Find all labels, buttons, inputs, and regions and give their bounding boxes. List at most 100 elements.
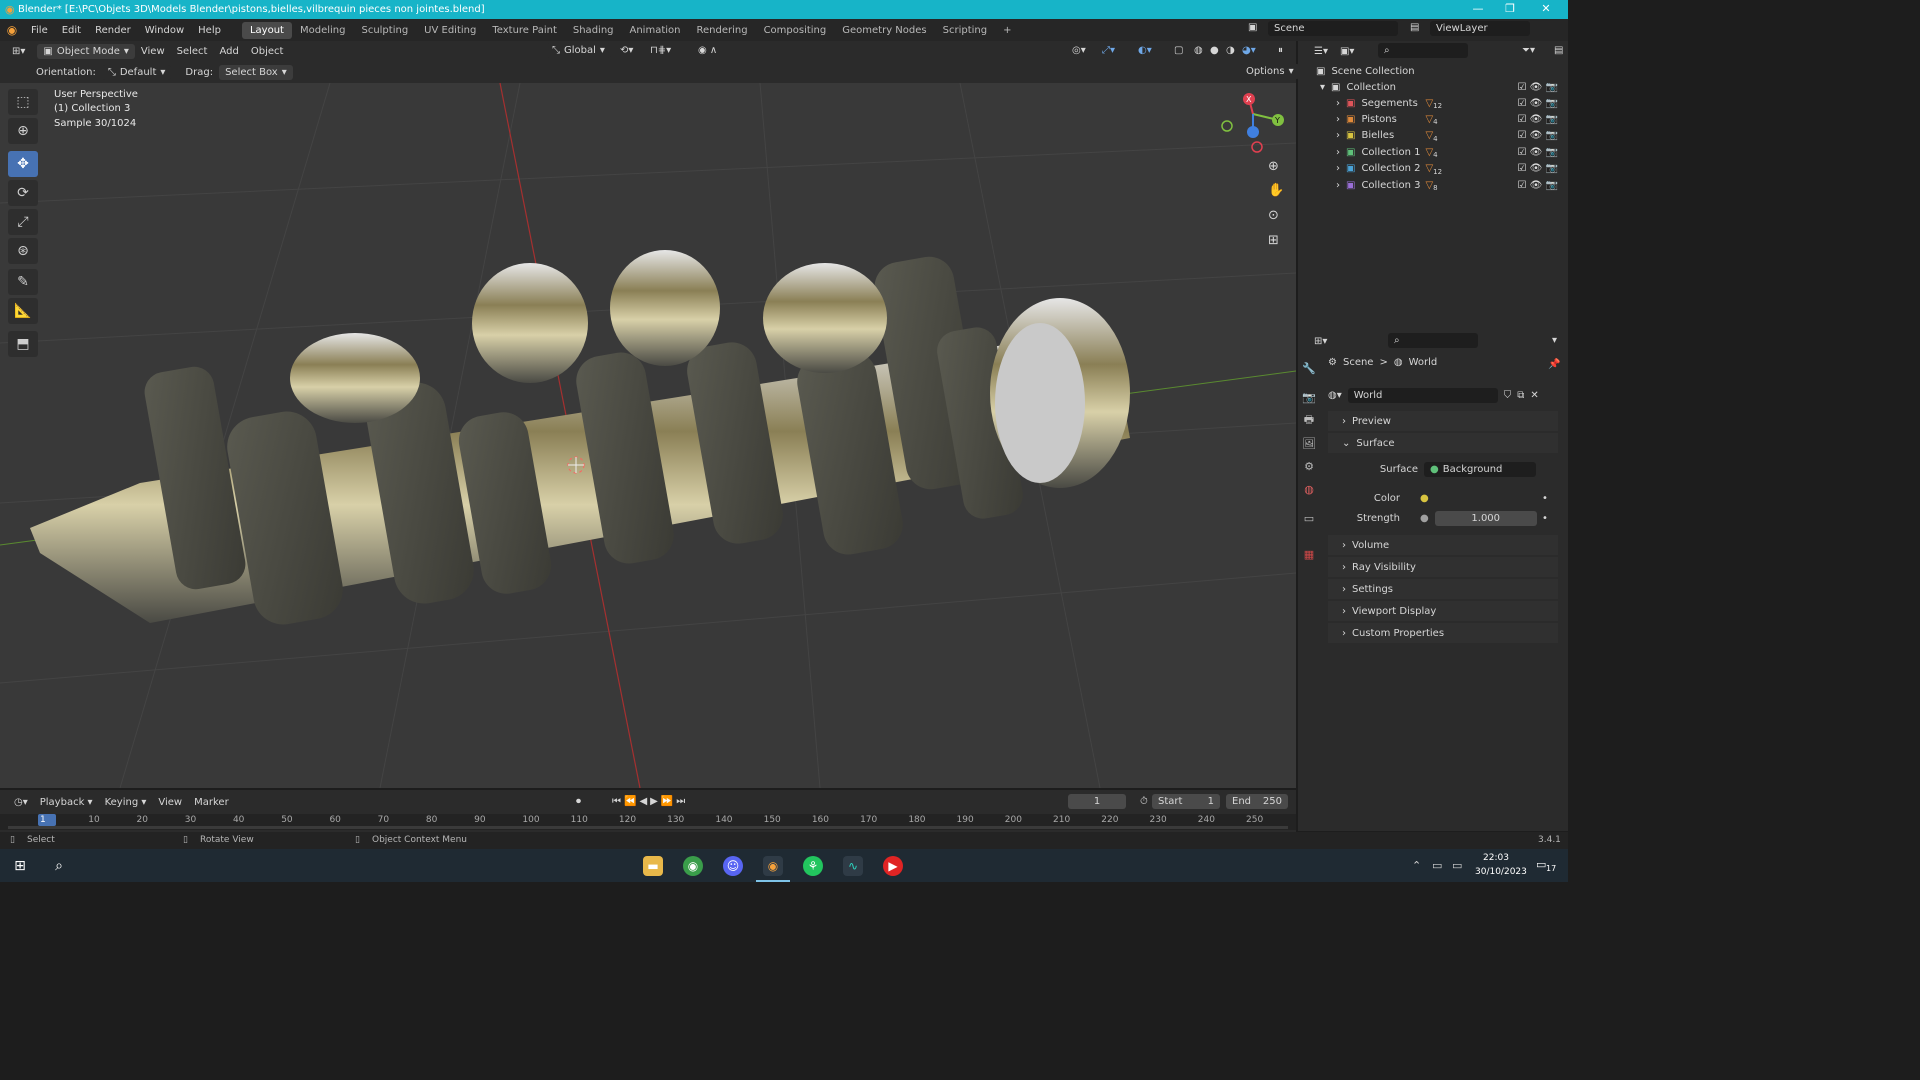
file-explorer-icon[interactable]: ▬ <box>643 856 663 876</box>
row-toggles[interactable]: ☑ 👁 📷 <box>1518 114 1558 125</box>
tab-sculpting[interactable]: Sculpting <box>353 22 416 39</box>
fake-user-icon[interactable]: ⛉ <box>1504 390 1512 401</box>
measure-tool-icon[interactable]: 📐 <box>8 298 38 324</box>
timeline-ruler[interactable]: 1 10 20 30 40 50 60 70 80 90 100 110 120 130 140 150 160… <box>0 814 1296 830</box>
scene-tab-icon[interactable]: ⚙ <box>1302 459 1316 473</box>
expand-arrow-icon[interactable]: › <box>1336 163 1340 174</box>
tab-layout[interactable]: Layout <box>241 21 292 39</box>
tab-uv-editing[interactable]: UV Editing <box>416 22 484 39</box>
expand-arrow-icon[interactable]: › <box>1336 180 1340 191</box>
scene-selector-icon[interactable]: ▣ <box>1248 22 1257 33</box>
properties-search-input[interactable]: ⌕ <box>1388 333 1478 348</box>
outliner-item[interactable]: › ▣ Segements ▽ 12 ☑ 👁 📷 <box>1298 95 1568 111</box>
tab-modeling[interactable]: Modeling <box>292 22 354 39</box>
menu-window[interactable]: Window <box>138 25 191 36</box>
blender-taskbar-icon[interactable]: ◉ <box>763 856 783 876</box>
preview-range-icon[interactable]: ⏱ <box>1134 794 1154 809</box>
panel-ray-visibility[interactable]: › Ray Visibility <box>1328 557 1558 577</box>
timeline-scrollbar[interactable] <box>8 826 1288 829</box>
menu-object[interactable]: Object <box>245 44 290 59</box>
snap-icon[interactable]: ⊓⋕▾ <box>644 43 677 58</box>
panel-surface[interactable]: ⌄ Surface <box>1328 433 1558 453</box>
notifications-icon[interactable]: ▭ <box>1536 858 1546 871</box>
overlays-icon[interactable]: ◐▾ <box>1132 43 1158 58</box>
tab-geometry-nodes[interactable]: Geometry Nodes <box>834 22 934 39</box>
rotate-tool-icon[interactable]: ⟳ <box>8 180 38 206</box>
proportional-edit-icon[interactable]: ◉ ∧ <box>692 43 723 58</box>
add-workspace-button[interactable]: + <box>995 22 1019 39</box>
search-icon[interactable]: ⌕ <box>49 856 69 876</box>
tab-texture-paint[interactable]: Texture Paint <box>484 22 565 39</box>
camera-view-icon[interactable]: ⊙ <box>1268 208 1279 223</box>
editor-type-icon[interactable]: ⊞▾ <box>6 44 31 59</box>
marker-menu[interactable]: Marker <box>188 795 235 810</box>
options-dropdown[interactable]: Options ▾ <box>1240 64 1300 79</box>
expand-arrow-icon[interactable]: › <box>1336 114 1340 125</box>
current-frame-field[interactable]: 1 <box>1068 794 1126 809</box>
output-tab-icon[interactable]: 🖶 <box>1302 413 1316 427</box>
perspective-toggle-icon[interactable]: ⊞ <box>1268 233 1279 248</box>
playback-controls-icon[interactable]: ⏮⏪◀▶⏩⏭ <box>606 794 694 809</box>
properties-dropdown-icon[interactable]: ▾ <box>1546 333 1563 348</box>
menu-view[interactable]: View <box>135 44 171 59</box>
duplicate-icon[interactable]: ⧉ <box>1517 390 1524 401</box>
transform-orientation-dropdown[interactable]: ⤡ Global ▾ <box>546 43 611 58</box>
gizmo-icon[interactable]: ⤢▾ <box>1096 43 1121 58</box>
outliner-search-input[interactable]: ⌕ <box>1378 43 1468 58</box>
panel-volume[interactable]: › Volume <box>1328 535 1558 555</box>
tab-rendering[interactable]: Rendering <box>688 22 755 39</box>
move-tool-icon[interactable]: ✥ <box>8 151 38 177</box>
world-selector[interactable]: ◍▾ World ⛉ ⧉ ✕ <box>1328 386 1556 404</box>
expand-arrow-icon[interactable]: › <box>1336 98 1340 109</box>
shading-rendered-icon[interactable]: ◕▾ <box>1236 43 1262 58</box>
panel-settings[interactable]: › Settings <box>1328 579 1558 599</box>
zoom-icon[interactable]: ⊕ <box>1268 159 1279 174</box>
orientation-dropdown[interactable]: ⤡ Default ▾ <box>101 64 172 80</box>
cursor-tool-icon[interactable]: ⊕ <box>8 118 38 144</box>
select-box-tool-icon[interactable]: ⬚ <box>8 89 38 115</box>
xray-icon[interactable]: ▢ <box>1168 43 1189 58</box>
pivot-icon[interactable]: ⟲▾ <box>614 43 639 58</box>
tray-chevron-icon[interactable]: ⌃ <box>1412 859 1421 872</box>
discord-icon[interactable]: ☺ <box>723 856 743 876</box>
expand-arrow-icon[interactable]: › <box>1336 147 1340 158</box>
panel-custom-properties[interactable]: › Custom Properties <box>1328 623 1558 643</box>
color-socket-icon[interactable]: ● <box>1420 493 1429 504</box>
expand-arrow-icon[interactable]: ▾ <box>1320 82 1325 93</box>
app-green-icon[interactable]: ⚘ <box>803 856 823 876</box>
row-toggles[interactable]: ☑ 👁 📷 <box>1518 163 1558 174</box>
tab-scripting[interactable]: Scripting <box>935 22 995 39</box>
filter-icon[interactable]: ⏷▾ <box>1516 43 1541 58</box>
drag-dropdown[interactable]: Select Box ▾ <box>219 64 293 80</box>
render-tab-icon[interactable]: 📷 <box>1302 390 1316 404</box>
minimize-button[interactable]: — <box>1462 0 1494 18</box>
maximize-button[interactable]: ❐ <box>1494 0 1526 18</box>
outliner-editor-icon[interactable]: ☰▾ <box>1308 44 1334 59</box>
keyframe-dot-icon[interactable]: • <box>1542 493 1548 504</box>
windows-start-icon[interactable]: ⊞ <box>10 856 30 876</box>
outliner-item[interactable]: › ▣ Collection 3 ▽ 8 ☑ 👁 📷 <box>1298 177 1568 193</box>
menu-edit[interactable]: Edit <box>55 25 88 36</box>
outliner-item[interactable]: › ▣ Bielles ▽ 4 ☑ 👁 📷 <box>1298 128 1568 144</box>
app-red-play-icon[interactable]: ▶ <box>883 856 903 876</box>
close-button[interactable]: ✕ <box>1530 0 1562 18</box>
outliner-display-icon[interactable]: ▣▾ <box>1334 44 1360 59</box>
outliner-item[interactable]: › ▣ Pistons ▽ 4 ☑ 👁 📷 <box>1298 111 1568 127</box>
viewlayer-icon[interactable]: ▤ <box>1410 22 1419 33</box>
add-cube-tool-icon[interactable]: ⬒ <box>8 331 38 357</box>
row-toggles[interactable]: ☑ 👁 📷 <box>1518 82 1558 93</box>
timeline-editor-icon[interactable]: ◷▾ <box>8 795 34 810</box>
panel-viewport-display[interactable]: › Viewport Display <box>1328 601 1558 621</box>
menu-render[interactable]: Render <box>88 25 138 36</box>
tool-tab-icon[interactable]: 🔧 <box>1302 361 1316 375</box>
world-browse-icon[interactable]: ◍▾ <box>1328 390 1342 401</box>
3d-viewport[interactable]: X Y User Perspective (1) Collection 3 Sa… <box>0 83 1296 788</box>
strength-field[interactable]: 1.000 <box>1434 510 1537 526</box>
menu-file[interactable]: File <box>24 25 55 36</box>
playback-menu[interactable]: Playback ▾ <box>34 795 99 810</box>
tab-shading[interactable]: Shading <box>565 22 622 39</box>
expand-arrow-icon[interactable]: › <box>1336 130 1340 141</box>
tab-compositing[interactable]: Compositing <box>756 22 835 39</box>
outliner-scene-collection[interactable]: ▣ Scene Collection <box>1298 63 1568 79</box>
timeline-view-menu[interactable]: View <box>152 795 188 810</box>
